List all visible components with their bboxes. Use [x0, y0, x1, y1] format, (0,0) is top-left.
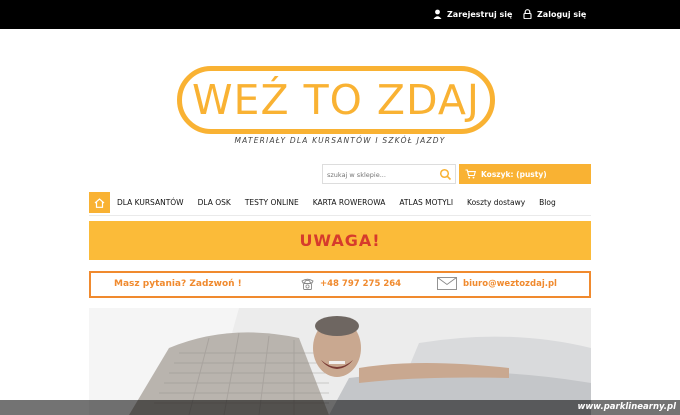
lock-icon: [523, 9, 532, 19]
search-input[interactable]: [327, 168, 433, 181]
user-icon: [433, 9, 442, 19]
cart-label: Koszyk: (pusty): [481, 169, 547, 179]
nav-item-testy-online[interactable]: TESTY ONLINE: [245, 198, 299, 207]
nav-item-karta-rowerowa[interactable]: KARTA ROWEROWA: [313, 198, 386, 207]
watermark-text: www.parklinearny.pl: [577, 402, 676, 412]
login-link[interactable]: Zaloguj się: [523, 9, 586, 19]
logo-text: WEŹ TO ZDAJ: [192, 76, 480, 124]
register-label: Zarejestruj się: [447, 9, 513, 19]
nav-item-koszty-dostawy[interactable]: Koszty dostawy: [467, 198, 525, 207]
alert-banner[interactable]: UWAGA!: [89, 221, 591, 260]
nav-item-dla-kursantow[interactable]: DLA KURSANTÓW: [117, 198, 184, 207]
contact-bar: Masz pytania? Zadzwoń ! +48 797 275 264 …: [89, 271, 591, 298]
phone-number: +48 797 275 264: [320, 279, 402, 289]
nav-item-atlas-motyli[interactable]: ATLAS MOTYLI: [399, 198, 453, 207]
login-label: Zaloguj się: [537, 9, 587, 19]
register-link[interactable]: Zarejestruj się: [433, 9, 512, 19]
search-box: [322, 164, 456, 184]
hero-photo: [89, 308, 591, 415]
home-button[interactable]: [89, 192, 110, 213]
email-address: biuro@weztozdaj.pl: [463, 278, 557, 289]
search-icon[interactable]: [439, 168, 452, 181]
main-nav: DLA KURSANTÓW DLA OSK TESTY ONLINE KARTA…: [89, 192, 570, 213]
phone-link[interactable]: +48 797 275 264: [300, 277, 401, 291]
top-bar: Zarejestruj się Zaloguj się: [0, 0, 680, 29]
site-logo[interactable]: WEŹ TO ZDAJ: [177, 66, 495, 134]
cart-button[interactable]: Koszyk: (pusty): [459, 164, 591, 184]
contact-question: Masz pytania? Zadzwoń !: [114, 279, 242, 289]
logo-tagline: MATERIAŁY DLA KURSANTÓW I SZKÓŁ JAZDY: [234, 136, 446, 145]
nav-item-blog[interactable]: Blog: [539, 198, 556, 207]
nav-item-dla-osk[interactable]: DLA OSK: [198, 198, 231, 207]
nav-divider: [89, 215, 591, 216]
email-link[interactable]: biuro@weztozdaj.pl: [437, 277, 557, 290]
hero-image: [89, 308, 591, 415]
phone-icon: [301, 278, 314, 290]
home-icon: [94, 197, 105, 208]
alert-title: UWAGA!: [299, 231, 381, 250]
envelope-icon: [437, 277, 457, 290]
cart-icon: [465, 169, 476, 179]
